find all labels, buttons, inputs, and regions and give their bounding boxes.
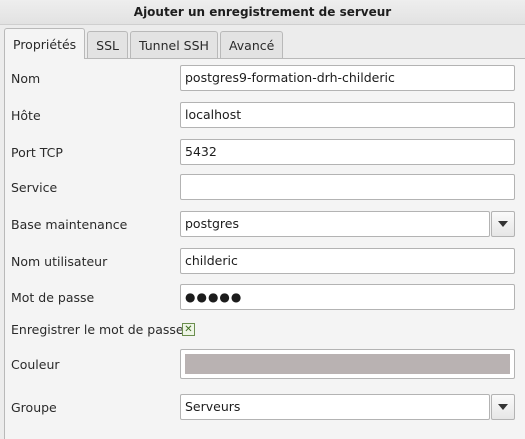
maintenance-db-label: Base maintenance <box>11 217 128 232</box>
username-input[interactable]: childeric <box>180 248 515 274</box>
color-label: Couleur <box>11 357 60 372</box>
group-combo[interactable]: Serveurs <box>180 394 490 420</box>
port-input[interactable]: 5432 <box>180 139 515 165</box>
group-label: Groupe <box>11 400 57 415</box>
check-icon: ✕ <box>184 323 193 335</box>
chevron-down-icon <box>498 404 508 410</box>
name-label: Nom <box>11 71 41 86</box>
port-label: Port TCP <box>11 145 63 160</box>
chevron-down-icon <box>498 221 508 227</box>
row-color: Couleur <box>5 349 525 379</box>
service-label: Service <box>11 180 58 195</box>
row-maintenance-db: Base maintenance postgres <box>5 211 525 239</box>
group-dropdown-button[interactable] <box>491 394 515 420</box>
service-input[interactable] <box>180 174 515 200</box>
save-password-checkbox[interactable]: ✕ <box>182 323 195 336</box>
color-swatch <box>185 354 510 374</box>
window-title: Ajouter un enregistrement de serveur <box>0 0 525 25</box>
password-input[interactable]: ●●●●● <box>180 284 515 310</box>
password-label: Mot de passe <box>11 290 95 305</box>
row-port: Port TCP 5432 <box>5 139 525 167</box>
name-input[interactable]: postgres9-formation-drh-childeric <box>180 65 515 91</box>
properties-panel: Nom postgres9-formation-drh-childeric Hô… <box>4 58 525 439</box>
maintenance-db-dropdown-button[interactable] <box>491 211 515 237</box>
tab-avance[interactable]: Avancé <box>219 31 284 58</box>
tab-ssl[interactable]: SSL <box>87 31 129 58</box>
row-host: Hôte localhost <box>5 102 525 130</box>
row-save-password: Enregistrer le mot de passe ✕ <box>5 316 525 344</box>
row-username: Nom utilisateur childeric <box>5 248 525 276</box>
maintenance-db-combo[interactable]: postgres <box>180 211 490 237</box>
tab-tunnel-ssh[interactable]: Tunnel SSH <box>130 31 218 58</box>
host-label: Hôte <box>11 108 41 123</box>
row-name: Nom postgres9-formation-drh-childeric <box>5 65 525 93</box>
tab-bar: Propriétés SSL Tunnel SSH Avancé <box>4 28 284 59</box>
host-input[interactable]: localhost <box>180 102 515 128</box>
row-group: Groupe Serveurs <box>5 394 525 422</box>
color-picker[interactable] <box>180 349 515 379</box>
row-password: Mot de passe ●●●●● <box>5 284 525 312</box>
save-password-label: Enregistrer le mot de passe <box>11 322 184 337</box>
username-label: Nom utilisateur <box>11 254 108 269</box>
row-service: Service <box>5 174 525 202</box>
tab-proprietes[interactable]: Propriétés <box>4 28 86 59</box>
